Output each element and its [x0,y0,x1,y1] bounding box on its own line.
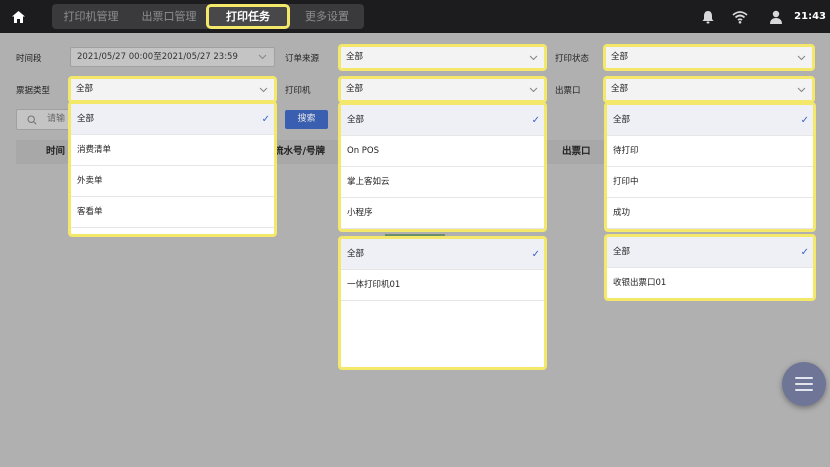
dropdown-option[interactable]: 打印中 [607,167,813,198]
dropdown-option[interactable]: 全部 ✓ [341,239,544,270]
dropdown-option[interactable]: 全部 ✓ [341,105,544,136]
option-label: 全部 [613,115,631,125]
chevron-down-icon [529,87,538,93]
print-status-label: 打印状态 [555,54,590,64]
option-label: 消费清单 [77,145,112,155]
user-icon[interactable] [768,9,784,25]
print-status-dropdown: 全部 ✓ 待打印 打印中 成功 [604,102,816,232]
period-field[interactable]: 2021/05/27 00:00至2021/05/27 23:59 [70,47,275,67]
chevron-down-icon [797,87,806,93]
dropdown-option[interactable]: 全部 ✓ [607,105,813,136]
print-status-value: 全部 [611,52,629,62]
dropdown-option[interactable]: 待打印 [607,136,813,167]
tab-outlet-management[interactable]: 出票口管理 [130,4,208,29]
order-source-dropdown: 全部 ✓ On POS 掌上客如云 小程序 [338,102,547,232]
printer-select[interactable]: 全部 [338,76,547,103]
ticket-type-dropdown: 全部 ✓ 消费清单 外卖单 客看单 [68,101,277,237]
check-icon: ✓ [261,114,270,125]
option-label: 全部 [347,249,365,259]
home-button[interactable] [0,0,36,33]
column-header-outlet: 出票口 [562,146,591,157]
option-label: 掌上客如云 [347,177,390,187]
top-bar: 打印机管理 出票口管理 打印任务 更多设置 21:43 [0,0,830,33]
dropdown-option[interactable]: 外卖单 [71,166,274,197]
dropdown-option[interactable]: 掌上客如云 [341,167,544,198]
option-label: 成功 [613,208,631,218]
option-label: 全部 [347,115,365,125]
check-icon: ✓ [800,247,809,258]
wifi-icon[interactable] [732,9,748,25]
chevron-down-icon [529,55,538,61]
clock: 21:43 [794,11,826,22]
order-source-select[interactable]: 全部 [338,44,547,71]
option-label: 小程序 [347,208,373,218]
printer-dropdown: 全部 ✓ 一体打印机01 [338,236,547,370]
period-label: 时间段 [16,54,42,64]
outlet-select[interactable]: 全部 [603,76,815,103]
tab-bar: 打印机管理 出票口管理 打印任务 更多设置 [52,4,364,29]
dropdown-option[interactable]: 收银出票口01 [607,268,813,298]
option-label: 收银出票口01 [613,278,667,288]
menu-icon [795,383,813,385]
dropdown-option[interactable]: 全部 ✓ [71,104,274,135]
bell-icon[interactable] [700,9,716,25]
menu-icon [795,377,813,379]
outlet-dropdown: 全部 ✓ 收银出票口01 [604,234,816,301]
dropdown-option[interactable]: On POS [341,136,544,167]
order-source-label: 订单来源 [285,54,320,64]
printer-value: 全部 [346,84,364,94]
tab-printer-management[interactable]: 打印机管理 [52,4,130,29]
option-label: On POS [347,146,379,156]
option-label: 全部 [613,247,631,257]
option-label: 待打印 [613,146,639,156]
dropdown-option[interactable]: 全部 ✓ [607,237,813,268]
menu-icon [795,389,813,391]
outlet-label: 出票口 [555,86,581,96]
column-header-serial: 流水号/号牌 [274,146,325,157]
dropdown-option[interactable]: 成功 [607,198,813,229]
search-button[interactable]: 搜索 [285,110,328,129]
outlet-value: 全部 [611,84,629,94]
ticket-type-value: 全部 [76,84,94,94]
check-icon: ✓ [531,115,540,126]
tab-more-settings[interactable]: 更多设置 [290,4,364,29]
dropdown-option[interactable]: 客看单 [71,197,274,228]
option-label: 打印中 [613,177,639,187]
home-icon [11,10,25,23]
option-label: 一体打印机01 [347,280,401,290]
search-icon [27,115,37,125]
option-label: 外卖单 [77,176,103,186]
chevron-down-icon [259,87,268,93]
check-icon: ✓ [800,115,809,126]
ticket-type-label: 票据类型 [16,86,51,96]
dropdown-option[interactable]: 小程序 [341,198,544,229]
dropdown-option[interactable]: 消费清单 [71,135,274,166]
dropdown-option[interactable]: 一体打印机01 [341,270,544,301]
chevron-down-icon [797,55,806,61]
search-placeholder: 请输 [47,114,66,124]
period-value: 2021/05/27 00:00至2021/05/27 23:59 [77,52,238,62]
column-header-time: 时间 [46,146,66,157]
printer-label: 打印机 [285,86,311,96]
option-label: 客看单 [77,207,103,217]
option-label: 全部 [77,114,95,124]
check-icon: ✓ [531,249,540,260]
order-source-value: 全部 [346,52,364,62]
tab-print-tasks[interactable]: 打印任务 [206,4,290,29]
chevron-down-icon [258,54,267,60]
menu-button[interactable] [782,362,826,406]
ticket-type-select[interactable]: 全部 [68,76,277,103]
print-status-select[interactable]: 全部 [603,44,815,71]
